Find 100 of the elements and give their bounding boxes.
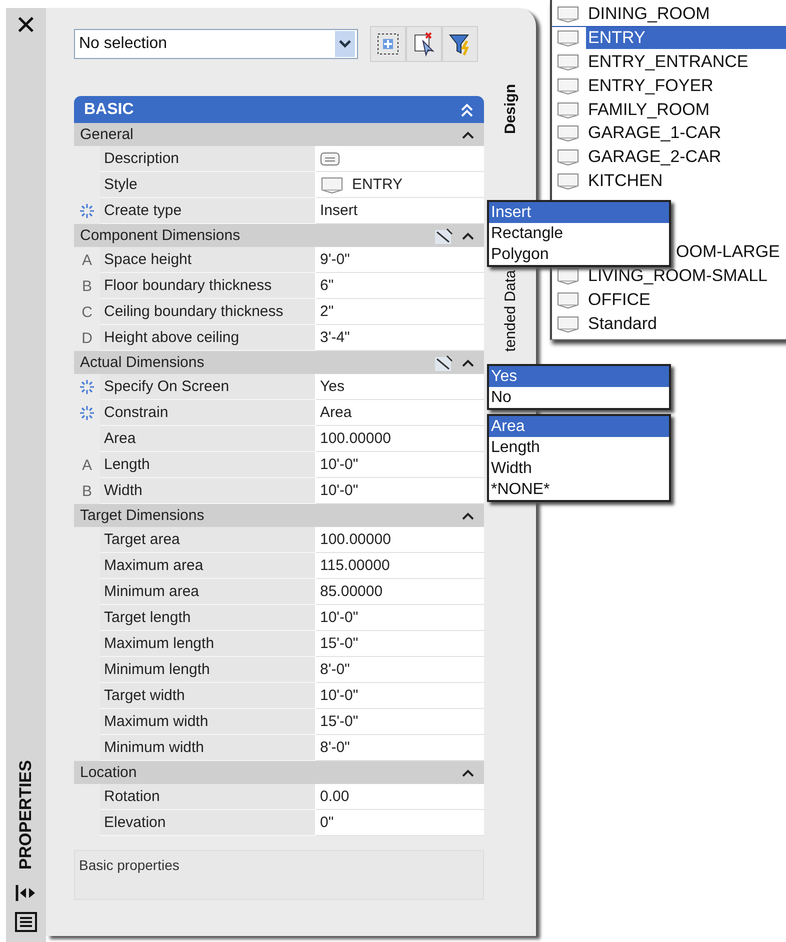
property-name: Specify On Screen: [100, 374, 316, 400]
group-header[interactable]: Component Dimensions: [74, 224, 484, 247]
property-name: Area: [100, 426, 316, 452]
dimension-letter: B: [82, 278, 92, 294]
property-value[interactable]: 8'-0": [316, 735, 484, 761]
dimension-letter: A: [82, 456, 92, 474]
property-value[interactable]: 115.00000: [316, 553, 484, 579]
collapse-icon[interactable]: [462, 232, 474, 240]
property-name: Elevation: [100, 810, 316, 836]
room-style-icon: [556, 100, 580, 119]
property-name: Width: [100, 478, 316, 504]
menu-option[interactable]: Polygon: [489, 244, 669, 265]
property-value[interactable]: 10'-0": [316, 478, 484, 504]
property-name: Constrain: [100, 400, 316, 426]
help-text: Basic properties: [74, 850, 484, 900]
property-value[interactable]: 0.00: [316, 784, 484, 810]
sparkle-icon: [79, 203, 95, 219]
property-value[interactable]: ENTRY: [316, 172, 484, 198]
property-name: Target area: [100, 527, 316, 553]
menu-option[interactable]: *NONE*: [489, 479, 669, 500]
property-name: Description: [100, 146, 316, 172]
property-name: Height above ceiling: [100, 325, 316, 351]
group-header[interactable]: Actual Dimensions: [74, 351, 484, 374]
property-name: Target width: [100, 683, 316, 709]
property-value[interactable]: 10'-0": [316, 452, 484, 478]
property-value[interactable]: 85.00000: [316, 579, 484, 605]
property-value[interactable]: 100.00000: [316, 426, 484, 452]
property-name: Length: [100, 452, 316, 478]
collapse-icon[interactable]: [462, 358, 474, 366]
menu-icon[interactable]: [15, 912, 37, 932]
note-icon: [320, 152, 340, 166]
style-item[interactable]: ENTRY_FOYER: [586, 74, 716, 97]
collapse-icon[interactable]: [462, 512, 474, 520]
property-value[interactable]: Area: [316, 400, 484, 426]
room-style-icon: [556, 29, 580, 48]
style-item[interactable]: KITCHEN: [586, 170, 665, 192]
menu-option[interactable]: Insert: [489, 202, 669, 223]
menu-option[interactable]: Width: [489, 458, 669, 479]
selection-dropdown[interactable]: No selection: [74, 29, 358, 59]
quick-select-button[interactable]: [370, 26, 406, 62]
property-name: Minimum area: [100, 579, 316, 605]
property-name: Maximum area: [100, 553, 316, 579]
property-value[interactable]: 6": [316, 273, 484, 299]
category-header[interactable]: BASIC: [74, 96, 484, 123]
palette-tab[interactable]: tended Data: [502, 270, 518, 352]
style-item[interactable]: GARAGE_1-CAR: [586, 122, 724, 144]
menu-option[interactable]: Rectangle: [489, 223, 669, 244]
property-name: Target length: [100, 605, 316, 631]
select-objects-button[interactable]: [406, 26, 442, 62]
group-header[interactable]: Location: [74, 761, 484, 784]
dimension-tool-icon[interactable]: [434, 354, 454, 372]
style-item[interactable]: ENTRY_ENTRANCE: [586, 50, 750, 73]
property-value[interactable]: 8'-0": [316, 657, 484, 683]
property-name: Rotation: [100, 784, 316, 810]
filter-button[interactable]: [442, 26, 478, 62]
style-item[interactable]: OOM-LARGE: [674, 241, 782, 264]
property-value[interactable]: 10'-0": [316, 605, 484, 631]
sparkle-icon: [79, 379, 95, 395]
room-style-icon: [556, 290, 580, 309]
property-value[interactable]: 100.00000: [316, 527, 484, 553]
property-value[interactable]: 9'-0": [316, 247, 484, 273]
property-value[interactable]: 2": [316, 299, 484, 325]
room-style-icon: [556, 148, 580, 166]
style-item[interactable]: DINING_ROOM: [586, 3, 712, 26]
property-value[interactable]: Yes: [316, 374, 484, 400]
property-value[interactable]: 15'-0": [316, 631, 484, 657]
menu-option[interactable]: Area: [489, 416, 669, 437]
palette-title: PROPERTIES: [16, 760, 36, 870]
style-item[interactable]: Standard: [586, 312, 659, 335]
group-header[interactable]: Target Dimensions: [74, 504, 484, 527]
dimension-letter: A: [82, 252, 92, 268]
group-header[interactable]: General: [74, 123, 484, 146]
property-value[interactable]: 10'-0": [316, 683, 484, 709]
auto-hide-icon[interactable]: [15, 884, 37, 902]
style-item[interactable]: GARAGE_2-CAR: [586, 146, 724, 168]
dimension-letter: B: [82, 482, 92, 500]
quick-select-icon: [375, 31, 401, 57]
menu-option[interactable]: No: [489, 387, 669, 408]
style-item[interactable]: ENTRY: [586, 27, 786, 50]
property-value[interactable]: 0": [316, 810, 484, 836]
property-name: Ceiling boundary thickness: [100, 299, 316, 325]
style-item[interactable]: LIVING_ROOM-SMALL: [586, 265, 770, 288]
property-name: Maximum length: [100, 631, 316, 657]
dimension-tool-icon[interactable]: [434, 226, 454, 244]
style-item[interactable]: OFFICE: [586, 288, 652, 311]
property-name: Minimum width: [100, 735, 316, 761]
property-value[interactable]: Insert: [316, 198, 484, 224]
style-item[interactable]: FAMILY_ROOM: [586, 98, 712, 121]
close-button[interactable]: ✕: [15, 10, 37, 40]
property-name: Maximum width: [100, 709, 316, 735]
property-value[interactable]: 3'-4": [316, 325, 484, 351]
collapse-icon[interactable]: [462, 768, 474, 776]
dimension-letter: C: [82, 304, 92, 320]
menu-option[interactable]: Yes: [489, 366, 669, 387]
room-style-icon: [556, 52, 580, 71]
property-name: Create type: [100, 198, 316, 224]
property-value[interactable]: 15'-0": [316, 709, 484, 735]
collapse-icon[interactable]: [462, 130, 474, 138]
menu-option[interactable]: Length: [489, 437, 669, 458]
palette-tab[interactable]: Design: [502, 84, 518, 134]
